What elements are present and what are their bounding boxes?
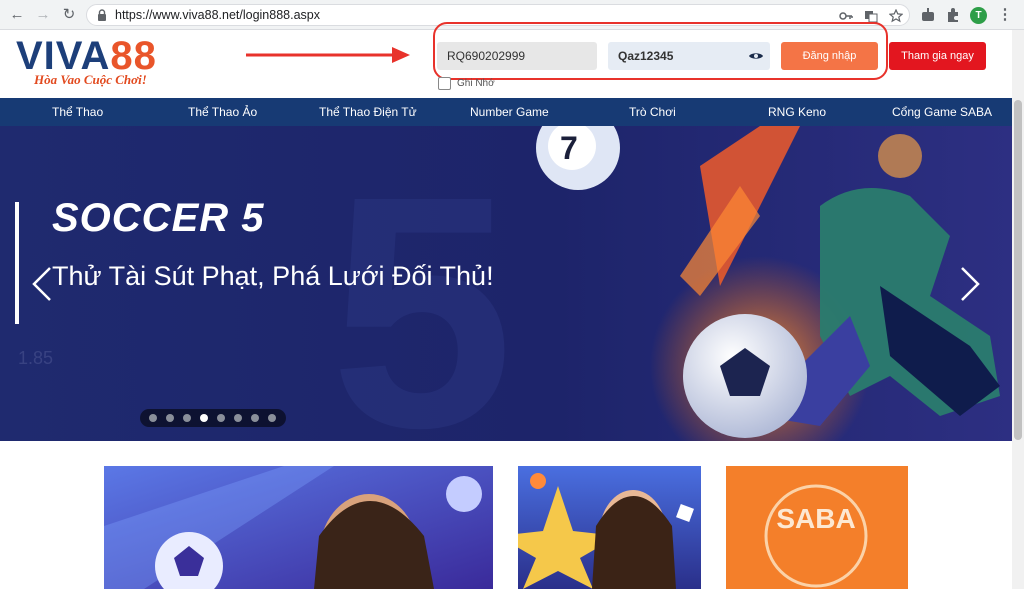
carousel-dot[interactable]	[149, 414, 157, 422]
join-now-button[interactable]: Tham gia ngay	[889, 42, 986, 70]
carousel-next-icon[interactable]	[958, 266, 982, 302]
password-input[interactable]: Qaz12345	[608, 42, 770, 70]
hero-banner[interactable]: 5 7 1.85 SOCCER 5 Thử Tài Sút Phạt, Phá …	[0, 126, 1012, 441]
reload-icon[interactable]: ↻	[60, 6, 78, 24]
username-input[interactable]: RQ690202999	[437, 42, 597, 70]
menu-item-esports[interactable]: Thể Thao Điện Tử	[319, 105, 417, 119]
logo-tagline: Hòa Vao Cuộc Chơi!	[34, 72, 147, 87]
casino-card-artwork	[518, 466, 701, 589]
carousel-prev-icon[interactable]	[30, 266, 54, 302]
eye-icon[interactable]	[748, 51, 764, 61]
carousel-dot[interactable]	[217, 414, 225, 422]
menu-item-saba[interactable]: Cổng Game SABA	[892, 105, 992, 119]
extension-robot-icon[interactable]	[920, 7, 936, 23]
saba-logo-text: SABA	[776, 503, 855, 534]
carousel-dot-active[interactable]	[200, 414, 208, 422]
back-icon[interactable]: ←	[8, 6, 26, 24]
lottery-ball-number: 7	[560, 130, 578, 166]
saba-card-artwork: SABA	[726, 466, 908, 589]
carousel-dot[interactable]	[234, 414, 242, 422]
url-text: https://www.viva88.net/login888.aspx	[115, 8, 320, 22]
lock-icon	[98, 9, 106, 21]
banner-subtitle: Thử Tài Sút Phạt, Phá Lưới Đối Thủ!	[52, 261, 494, 291]
promo-card-saba[interactable]: SABA	[726, 466, 908, 589]
puzzle-icon[interactable]	[945, 7, 961, 23]
menu-item-number-game[interactable]: Number Game	[470, 105, 549, 119]
menu-item-games[interactable]: Trò Chơi	[629, 105, 676, 119]
remember-checkbox[interactable]	[438, 77, 451, 90]
carousel-dot[interactable]	[251, 414, 259, 422]
menu-item-rng-keno[interactable]: RNG Keno	[768, 105, 826, 119]
carousel-dots	[140, 409, 286, 427]
page-scrollbar[interactable]	[1012, 30, 1024, 589]
key-icon[interactable]	[839, 9, 853, 23]
promo-card-sports[interactable]	[104, 466, 493, 589]
carousel-dot[interactable]	[268, 414, 276, 422]
kebab-menu-icon[interactable]: ⋮	[996, 6, 1014, 24]
svg-text:1.85: 1.85	[18, 348, 53, 368]
banner-title: SOCCER 5	[52, 196, 265, 240]
carousel-dot[interactable]	[166, 414, 174, 422]
title-accent-bar	[15, 202, 19, 324]
menu-item-sports[interactable]: Thể Thao	[52, 105, 103, 119]
profile-avatar[interactable]: T	[970, 7, 987, 24]
remember-label: Ghi Nhớ	[457, 78, 495, 89]
site-header: VIVA88 Hòa Vao Cuộc Chơi! RQ690202999 Qa…	[0, 22, 1024, 98]
sports-card-artwork	[104, 466, 493, 589]
translate-icon[interactable]	[864, 9, 878, 23]
promo-card-casino[interactable]	[518, 466, 701, 589]
carousel-dot[interactable]	[183, 414, 191, 422]
login-button[interactable]: Đăng nhập	[781, 42, 878, 70]
scrollbar-thumb[interactable]	[1014, 100, 1022, 440]
star-icon[interactable]	[889, 9, 903, 23]
main-menu: Thể Thao Thể Thao Ảo Thể Thao Điện Tử Nu…	[0, 98, 1024, 126]
menu-item-virtual-sports[interactable]: Thể Thao Ảo	[188, 105, 257, 119]
annotation-arrow-icon	[246, 47, 410, 63]
forward-icon[interactable]: →	[34, 6, 52, 24]
